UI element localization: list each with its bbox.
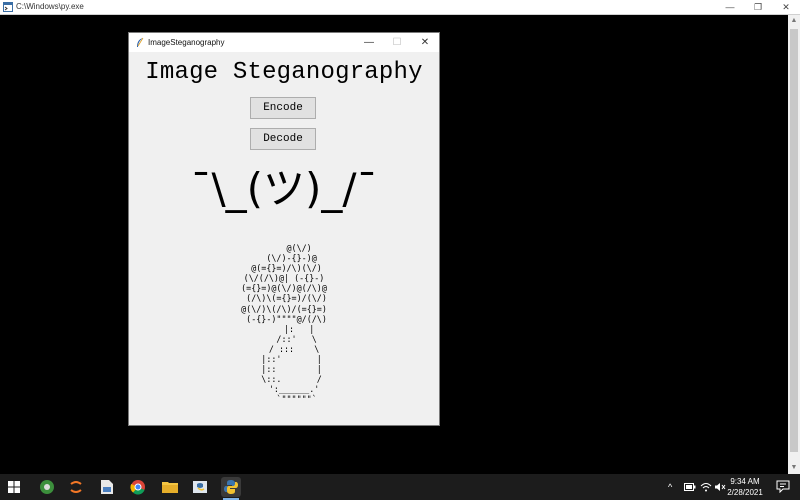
encode-button[interactable]: Encode: [250, 97, 316, 119]
decode-button[interactable]: Decode: [250, 128, 316, 150]
clock-time: 9:34 AM: [730, 477, 760, 486]
jupyter-icon[interactable]: [66, 477, 86, 497]
shrug-label: ¯\_(ツ)_/¯: [190, 164, 378, 213]
console-title: C:\Windows\py.exe: [16, 2, 84, 11]
console-restore-button[interactable]: ❐: [744, 0, 772, 14]
file-icon[interactable]: [97, 477, 117, 497]
chrome-icon[interactable]: [128, 477, 148, 497]
console-scrollbar[interactable]: ▲ ▼: [788, 15, 800, 474]
start-button[interactable]: [0, 474, 28, 500]
page-title: Image Steganography: [145, 59, 423, 86]
app-maximize-button: ☐: [392, 37, 402, 48]
console-titlebar: C:\Windows\py.exe — ❐ ✕: [0, 0, 800, 15]
app-minimize-button[interactable]: —: [355, 33, 383, 52]
battery-icon[interactable]: [684, 474, 696, 500]
steganography-window: ImageSteganography — ☐ ✕ Image Steganogr…: [128, 32, 440, 426]
scroll-down-icon[interactable]: ▼: [788, 462, 800, 474]
flower-ascii-art: @(\/) (\/)-{}-)@ @(={}=)/\)(\/) (\/(/\)@…: [241, 243, 327, 405]
app-titlebar: ImageSteganography — ☐ ✕: [129, 33, 439, 52]
wifi-icon[interactable]: [700, 474, 712, 500]
python-icon[interactable]: [221, 477, 241, 500]
notification-icon[interactable]: [776, 480, 790, 493]
console-minimize-button[interactable]: —: [716, 0, 744, 14]
taskbar: ^ 9:34 AM 2/28/2021: [0, 474, 800, 500]
file-explorer-icon[interactable]: [160, 477, 180, 497]
console-close-button[interactable]: ✕: [772, 0, 800, 14]
windows-logo-icon: [8, 481, 20, 493]
feather-icon: [137, 37, 144, 47]
scrollbar-thumb[interactable]: [790, 29, 798, 452]
tray-chevron-icon[interactable]: ^: [668, 474, 672, 500]
clock-date: 2/28/2021: [727, 488, 763, 497]
vscode-icon[interactable]: [37, 477, 57, 497]
app-title: ImageSteganography: [148, 38, 225, 47]
python-console-icon: [3, 2, 13, 12]
idle-icon[interactable]: [190, 477, 210, 497]
app-close-button[interactable]: ✕: [411, 33, 439, 52]
system-clock[interactable]: 9:34 AM 2/28/2021: [724, 476, 766, 498]
scroll-up-icon[interactable]: ▲: [788, 15, 800, 27]
